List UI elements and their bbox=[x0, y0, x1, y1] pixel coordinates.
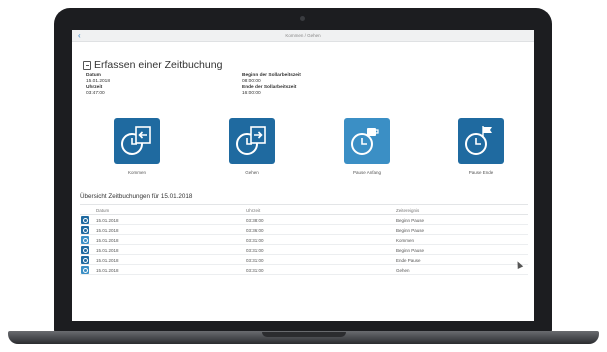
overview-title: Übersicht Zeitbuchungen für 15.01.2018 bbox=[80, 193, 193, 200]
date-info: Datum 15.01.2018 Uhrzeit 03:47:00 bbox=[86, 73, 110, 97]
page-title: Erfassen einer Zeitbuchung bbox=[94, 59, 223, 71]
kommen-button[interactable] bbox=[114, 118, 160, 164]
app-screen: ‹ Kommen / Gehen Erfassen einer Zeitbuch… bbox=[72, 30, 534, 321]
table-row[interactable]: 15.01.2018 03:38:00 Beginn Pause bbox=[80, 215, 528, 225]
row-event: Ende Pause bbox=[396, 257, 421, 263]
clock-arrow-out-icon bbox=[236, 126, 266, 155]
webcam-icon bbox=[300, 16, 305, 21]
booking-icon bbox=[81, 246, 89, 254]
clock-arrow-in-icon bbox=[121, 126, 151, 155]
row-date: 15.01.2018 bbox=[96, 247, 119, 253]
clock-flag-icon bbox=[465, 126, 492, 155]
table-header: Datum Uhrzeit Zeitereignis bbox=[80, 204, 528, 215]
row-time: 03:38:00 bbox=[246, 217, 264, 223]
row-date: 15.01.2018 bbox=[96, 237, 119, 243]
row-time: 03:31:00 bbox=[246, 247, 264, 253]
row-time: 03:31:00 bbox=[246, 257, 264, 263]
booking-icon bbox=[81, 266, 89, 274]
booking-icon bbox=[81, 236, 89, 244]
row-time: 03:31:00 bbox=[246, 237, 264, 243]
row-event: Beginn Pause bbox=[396, 217, 425, 223]
row-date: 15.01.2018 bbox=[96, 227, 119, 233]
row-date: 15.01.2018 bbox=[96, 267, 119, 273]
booking-icon bbox=[81, 226, 89, 234]
bookings-table: Datum Uhrzeit Zeitereignis 15.01.2018 03… bbox=[80, 204, 528, 275]
pause-ende-button[interactable] bbox=[458, 118, 504, 164]
tile-label-gehen: Gehen bbox=[245, 170, 259, 175]
pause-anfang-button[interactable] bbox=[344, 118, 390, 164]
row-time: 03:36:00 bbox=[246, 227, 264, 233]
row-date: 15.01.2018 bbox=[96, 217, 119, 223]
row-time: 03:31:00 bbox=[246, 267, 264, 273]
row-date: 15.01.2018 bbox=[96, 257, 119, 263]
column-date: Datum bbox=[96, 208, 110, 213]
laptop-notch bbox=[262, 332, 346, 337]
row-event: Beginn Pause bbox=[396, 227, 425, 233]
table-row[interactable]: 15.01.2018 03:31:00 Ende Pause bbox=[80, 255, 528, 265]
tile-label-pause-anfang: Pause Anfang bbox=[352, 170, 382, 175]
table-row[interactable]: 15.01.2018 03:31:00 Beginn Pause bbox=[80, 245, 528, 255]
clock-coffee-icon bbox=[351, 128, 379, 155]
tile-label-pause-ende: Pause Ende bbox=[468, 170, 494, 175]
table-row[interactable]: 15.01.2018 03:36:00 Beginn Pause bbox=[80, 225, 528, 235]
table-row[interactable]: 15.01.2018 03:31:00 Gehen bbox=[80, 265, 528, 275]
nav-bar: ‹ Kommen / Gehen bbox=[72, 30, 534, 42]
time-value: 03:47:00 bbox=[86, 91, 105, 96]
tile-label-kommen: Kommen bbox=[127, 170, 146, 175]
column-time: Uhrzeit bbox=[246, 208, 261, 213]
row-event: Beginn Pause bbox=[396, 247, 425, 253]
nav-title: Kommen / Gehen bbox=[285, 33, 321, 38]
row-event: Gehen bbox=[396, 267, 410, 273]
work-end-value: 16:00:00 bbox=[242, 91, 261, 96]
work-time-info: Beginn der Sollarbeitszeit 08:00:00 Ende… bbox=[242, 73, 301, 97]
column-event: Zeitereignis bbox=[396, 208, 420, 213]
gehen-button[interactable] bbox=[229, 118, 275, 164]
document-icon bbox=[83, 61, 91, 70]
row-event: Kommen bbox=[396, 237, 415, 243]
booking-icon bbox=[81, 256, 89, 264]
table-row[interactable]: 15.01.2018 03:31:00 Kommen bbox=[80, 235, 528, 245]
booking-icon bbox=[81, 216, 89, 224]
